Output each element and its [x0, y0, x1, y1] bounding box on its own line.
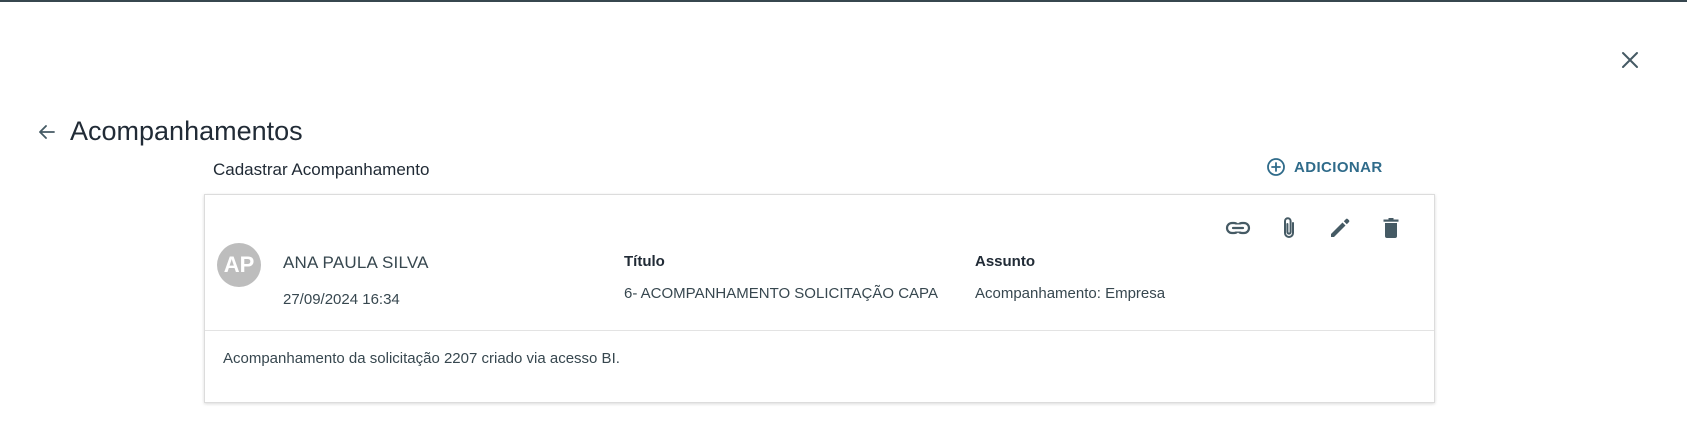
author-name: ANA PAULA SILVA — [283, 253, 429, 272]
edit-button[interactable] — [1325, 213, 1355, 243]
page-title: Acompanhamentos — [70, 116, 303, 146]
card-divider — [205, 330, 1434, 331]
card-actions — [1223, 213, 1406, 243]
entry-description: Acompanhamento da solicitação 2207 criad… — [223, 350, 620, 367]
trash-icon — [1383, 218, 1399, 238]
close-button[interactable] — [1618, 48, 1642, 72]
follow-up-card: AP ANA PAULA SILVA 27/09/2024 16:34 Títu… — [204, 194, 1435, 403]
avatar: AP — [217, 243, 261, 287]
subject-label: Assunto — [975, 253, 1035, 270]
add-button[interactable]: ADICIONAR — [1266, 155, 1383, 179]
entry-datetime: 27/09/2024 16:34 — [283, 291, 400, 308]
pencil-icon — [1331, 218, 1350, 237]
back-button[interactable] — [36, 121, 58, 143]
subject-value: Acompanhamento: Empresa — [975, 285, 1166, 302]
top-strip — [0, 0, 1687, 2]
title-value: 6- ACOMPANHAMENTO SOLICITAÇÃO CAPA — [624, 285, 938, 302]
add-button-label: ADICIONAR — [1294, 158, 1383, 176]
link-icon — [1225, 221, 1251, 235]
attach-button[interactable] — [1274, 213, 1304, 243]
paperclip-icon — [1284, 217, 1294, 238]
delete-button[interactable] — [1376, 213, 1406, 243]
close-icon — [1622, 52, 1638, 68]
arrow-back-icon — [39, 125, 55, 139]
title-label: Título — [624, 253, 665, 270]
add-circle-icon — [1267, 158, 1285, 176]
section-title: Cadastrar Acompanhamento — [213, 160, 430, 179]
link-button[interactable] — [1223, 213, 1253, 243]
